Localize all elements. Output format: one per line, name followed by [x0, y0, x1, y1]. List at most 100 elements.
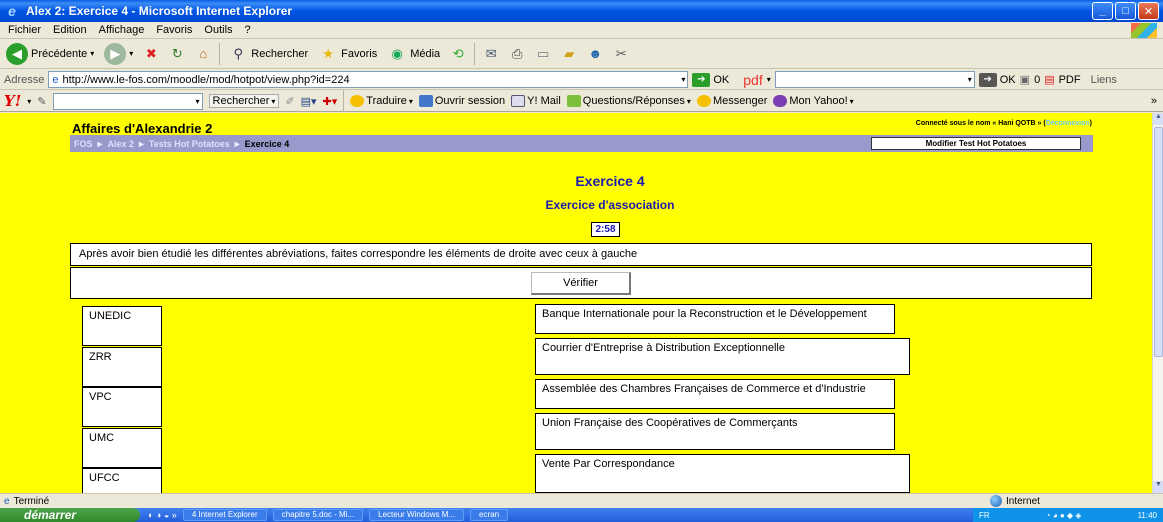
chevron-down-icon[interactable]: ▾ [129, 49, 133, 58]
close-button[interactable]: ✕ [1138, 2, 1159, 20]
address-bar: Adresse e http://www.le-fos.com/moodle/m… [0, 70, 1163, 90]
messenger-label: Messenger [712, 95, 768, 107]
edit-test-button[interactable]: Modifier Test Hot Potatoes [871, 137, 1081, 150]
left-item-unedic[interactable]: UNEDIC [82, 306, 162, 346]
yahoo-search-button[interactable]: Rechercher ▾ [208, 94, 280, 108]
messenger-button[interactable]: Messenger [696, 95, 768, 107]
chevron-down-icon[interactable]: ▾ [850, 97, 854, 106]
menu-favoris[interactable]: Favoris [156, 24, 192, 36]
back-button[interactable]: ◀ Précédente ▾ [4, 42, 96, 65]
my-yahoo-button[interactable]: Mon Yahoo! ▾ [773, 95, 854, 107]
favorites-button[interactable]: ★ Favoris [316, 44, 379, 64]
menu-affichage[interactable]: Affichage [99, 24, 145, 36]
overflow-chevron-icon[interactable]: » [1151, 95, 1157, 107]
pencil-icon[interactable]: ✎ [37, 95, 46, 108]
chevron-down-icon[interactable]: ▾ [687, 97, 691, 106]
right-item-bird[interactable]: Banque Internationale pour la Reconstruc… [535, 304, 895, 334]
links-label[interactable]: Liens [1091, 74, 1117, 86]
research-icon[interactable]: ✂ [611, 44, 631, 64]
go2-label: OK [999, 73, 1016, 86]
qa-icon [566, 95, 581, 107]
stop-icon[interactable]: ✖ [141, 44, 161, 64]
history-icon[interactable]: ⟲ [448, 44, 468, 64]
menu-fichier[interactable]: Fichier [8, 24, 41, 36]
highlight-icon[interactable]: ✐ [285, 95, 294, 108]
site-title[interactable]: Affaires d'Alexandrie 2 [72, 121, 212, 136]
chevron-down-icon[interactable]: ▾ [196, 97, 200, 106]
pdf-search-input[interactable]: ▾ [774, 71, 975, 88]
vertical-scrollbar[interactable]: ▲ ▼ [1152, 113, 1163, 493]
forward-button[interactable]: ▶ ▾ [102, 42, 135, 65]
mail-icon[interactable]: ✉ [481, 44, 501, 64]
chevron-down-icon[interactable]: ▾ [90, 49, 94, 58]
right-item-vpc[interactable]: Vente Par Correspondance [535, 454, 910, 493]
qa-button[interactable]: Questions/Réponses ▾ [566, 95, 691, 107]
task-word[interactable]: chapitre 5.doc - Mi... [272, 509, 364, 521]
scrollbar-thumb[interactable] [1154, 127, 1163, 357]
favorites-label: Favoris [341, 47, 378, 60]
scroll-up-icon[interactable]: ▲ [1153, 113, 1163, 125]
task-ecran-folder[interactable]: ecran [470, 509, 509, 521]
chevron-down-icon[interactable]: ▾ [409, 97, 413, 106]
right-item-cedex[interactable]: Courrier d'Entreprise à Distribution Exc… [535, 338, 910, 375]
home-icon[interactable]: ⌂ [193, 44, 213, 64]
check-button[interactable]: Vérifier [531, 272, 631, 295]
right-item-ufcc[interactable]: Union Française des Coopératives de Comm… [535, 413, 895, 450]
print-icon[interactable]: ⎙ [507, 44, 527, 64]
messenger-icon[interactable]: ☻ [585, 44, 605, 64]
mail-button[interactable]: Y! Mail [511, 95, 561, 107]
breadcrumb-tests[interactable]: Tests Hot Potatoes [149, 139, 230, 149]
task-internet-explorer[interactable]: 4 Internet Explorer [182, 509, 267, 521]
task-media-player[interactable]: Lecteur Windows M... [369, 509, 465, 521]
page-content: Affaires d'Alexandrie 2 Connecté sous le… [0, 113, 1152, 493]
maximize-button[interactable]: □ [1115, 2, 1136, 20]
minimize-button[interactable]: _ [1092, 2, 1113, 20]
discuss-icon[interactable]: ▰ [559, 44, 579, 64]
options-icon[interactable]: ▤▾ [301, 95, 317, 108]
left-item-zrr[interactable]: ZRR [82, 347, 162, 387]
menu-edition[interactable]: Edition [53, 24, 87, 36]
antispy-icon[interactable]: ✚▾ [323, 95, 338, 108]
pdf-icon: ▤ [1044, 74, 1055, 86]
menu-outils[interactable]: Outils [204, 24, 232, 36]
right-item-acfci[interactable]: Assemblée des Chambres Françaises de Com… [535, 379, 895, 409]
status-text: Terminé [13, 495, 50, 507]
check-row: Vérifier [70, 267, 1092, 299]
go-button[interactable]: ➔ OK [692, 72, 729, 87]
login-info: Connecté sous le nom « Hani QOTB » (Déco… [916, 120, 1092, 127]
yahoo-search-input[interactable]: ▾ [52, 92, 203, 110]
left-item-umc[interactable]: UMC [82, 428, 162, 468]
scroll-down-icon[interactable]: ▼ [1153, 481, 1163, 493]
chevron-down-icon[interactable]: ▾ [271, 97, 275, 106]
breadcrumb-fos[interactable]: FOS [74, 139, 93, 149]
edit-icon[interactable]: ▭ [533, 44, 553, 64]
translate-button[interactable]: Traduire ▾ [350, 95, 413, 107]
media-button[interactable]: ◉ Média [385, 44, 442, 64]
yahoo-logo-icon[interactable]: Y! [4, 92, 21, 110]
language-indicator[interactable]: FR [979, 511, 990, 520]
tray-icons[interactable]: ◔ ◕ ● ◆ ◈ [1046, 511, 1082, 520]
counter-icon: ▣ [1019, 74, 1031, 86]
pdf-brand-logo[interactable]: pdf [743, 72, 762, 88]
url-input[interactable]: e http://www.le-fos.com/moodle/mod/hotpo… [48, 71, 689, 88]
left-item-vpc[interactable]: VPC [82, 387, 162, 427]
chevron-down-icon[interactable]: ▾ [767, 75, 771, 84]
window-title-bar[interactable]: e Alex 2: Exercice 4 - Microsoft Interne… [0, 0, 1163, 22]
open-session-button[interactable]: Ouvrir session [418, 95, 505, 107]
my-yahoo-icon [773, 95, 788, 107]
breadcrumb-alex2[interactable]: Alex 2 [107, 139, 134, 149]
menu-help[interactable]: ? [245, 24, 251, 36]
search-button[interactable]: ⚲ Rechercher [226, 44, 310, 64]
chevron-down-icon[interactable]: ▾ [27, 97, 31, 106]
chevron-down-icon[interactable]: ▾ [968, 75, 972, 84]
pdf-label[interactable]: PDF [1059, 74, 1081, 86]
refresh-icon[interactable]: ↻ [167, 44, 187, 64]
toolbar-separator [219, 42, 221, 65]
chevron-down-icon[interactable]: ▾ [681, 75, 685, 84]
quick-launch-icons[interactable]: ◐ ◑ ◒ » [148, 510, 177, 520]
back-label: Précédente [31, 47, 88, 60]
go2-button[interactable]: ➔ OK [978, 72, 1016, 87]
left-item-ufcc[interactable]: UFCC [82, 468, 162, 493]
logout-link[interactable]: Déconnexion [1046, 120, 1090, 127]
start-button[interactable]: démarrer [0, 508, 140, 522]
